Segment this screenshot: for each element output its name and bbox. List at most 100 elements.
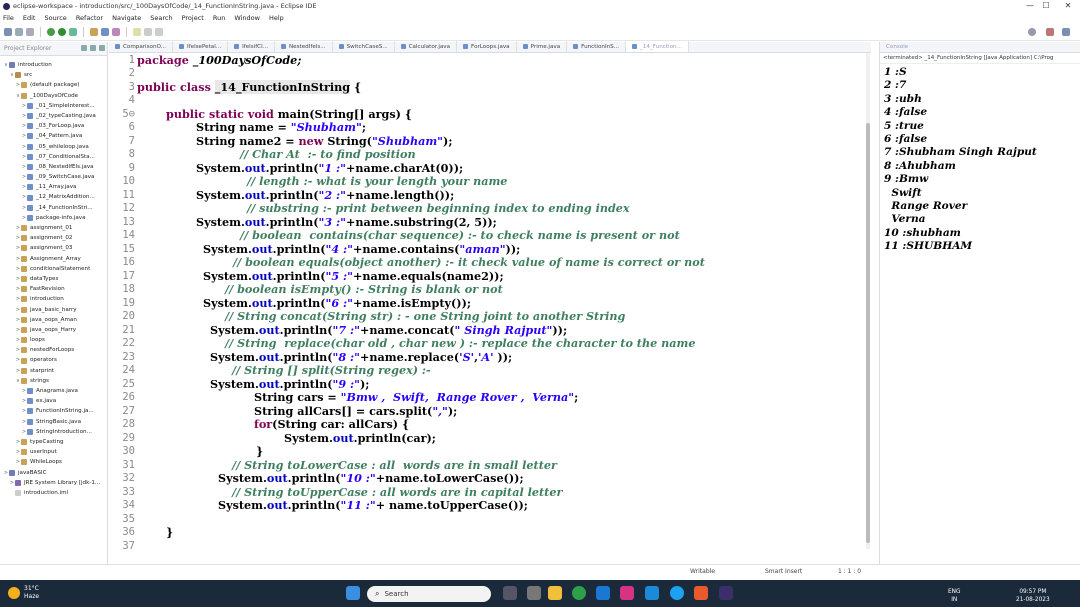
tree-item[interactable]: > assignment_02 (0, 233, 107, 243)
taskbar-search[interactable]: ⌕ Search (367, 586, 491, 602)
search-icon[interactable] (1028, 28, 1036, 36)
instagram-icon[interactable] (620, 586, 634, 600)
tree-item[interactable]: > loops (0, 335, 107, 345)
coverage-icon[interactable] (69, 28, 77, 36)
chrome-icon[interactable] (572, 586, 586, 600)
editor-tab[interactable]: IfelsifCl... (228, 41, 275, 52)
eclipse-taskbar-icon[interactable] (719, 586, 733, 600)
tree-item[interactable]: > _07_ConditionalSta... (0, 152, 107, 162)
tree-item[interactable]: > package-info.java (0, 213, 107, 223)
save-all-icon[interactable] (26, 28, 34, 36)
menu-source[interactable]: Source (44, 14, 66, 22)
chat-icon[interactable] (527, 586, 541, 600)
tree-item[interactable]: > java_basic_harry (0, 305, 107, 315)
tree-item[interactable]: ∨ src (0, 70, 107, 80)
editor-tab[interactable]: SwitchCaseS... (333, 41, 395, 52)
store-icon[interactable] (596, 586, 610, 600)
save-icon[interactable] (15, 28, 23, 36)
tree-item[interactable]: > JRE System Library [jdk-1... (0, 478, 107, 488)
twitter-icon[interactable] (670, 586, 684, 600)
tree-item[interactable]: > FunctionInString.ja... (0, 406, 107, 416)
project-explorer-tab[interactable]: Project Explorer (0, 42, 107, 56)
collapse-all-icon[interactable] (81, 45, 87, 51)
tree-item[interactable]: > _04_Pattern.java (0, 131, 107, 141)
tree-item[interactable]: > conditionalStatement (0, 264, 107, 274)
tree-item[interactable]: > _12_MatrixAddition... (0, 192, 107, 202)
new-package-icon[interactable] (90, 28, 98, 36)
tree-item[interactable]: ∨ introduction (0, 60, 107, 70)
back-icon[interactable] (144, 28, 152, 36)
tree-item[interactable]: > StringBasic.java (0, 417, 107, 427)
language-indicator[interactable]: ENG IN (948, 588, 961, 604)
menu-search[interactable]: Search (150, 14, 172, 22)
editor-tab[interactable]: ForLoops.java (457, 41, 517, 52)
editor-tab[interactable]: NestedIfels... (275, 41, 333, 52)
tree-item[interactable]: > _11_Array.java (0, 182, 107, 192)
menu-window[interactable]: Window (234, 14, 260, 22)
tree-item[interactable]: > FastRevision (0, 284, 107, 294)
close-button[interactable]: ✕ (1056, 0, 1080, 12)
code-area[interactable]: 1 2 3 4 5⊖ 6 7 8 9 10 11 12 13 14 15 16 17 18 19 20 21 22 23 24… (109, 53, 871, 564)
console-tab[interactable]: Console (880, 42, 1080, 53)
tree-item[interactable]: > _03_ForLoop.java (0, 121, 107, 131)
brave-icon[interactable] (694, 586, 708, 600)
menu-file[interactable]: File (3, 14, 14, 22)
file-explorer-icon[interactable] (548, 586, 562, 600)
tree-item[interactable]: > Assignment_Array (0, 254, 107, 264)
maximize-button[interactable]: ☐ (1034, 0, 1058, 12)
open-type-icon[interactable] (112, 28, 120, 36)
debug-icon[interactable] (47, 28, 55, 36)
tree-item[interactable]: > typeCasting (0, 437, 107, 447)
filter-icon[interactable] (90, 45, 96, 51)
view-menu-icon[interactable] (99, 45, 105, 51)
tree-item[interactable]: > introduction (0, 294, 107, 304)
tree-item[interactable]: > nestedForLoops (0, 345, 107, 355)
tree-item[interactable]: > javaBASIC (0, 468, 107, 478)
tree-item[interactable]: > _05_whileloop.java (0, 142, 107, 152)
tree-item[interactable]: > java_oops_Aman (0, 315, 107, 325)
tree-item[interactable]: > _08_NestedIfEls.java (0, 162, 107, 172)
editor-tab[interactable]: ComparisonO... (109, 41, 174, 52)
edge-icon[interactable] (645, 586, 659, 600)
menu-project[interactable]: Project (182, 14, 204, 22)
menu-navigate[interactable]: Navigate (112, 14, 141, 22)
tree-item[interactable]: > _01_SimpleInterest... (0, 101, 107, 111)
forward-icon[interactable] (155, 28, 163, 36)
clock[interactable]: 09:57 PM 21-08-2023 (1016, 588, 1050, 604)
tree-item[interactable]: > dataTypes (0, 274, 107, 284)
tree-item[interactable]: > WhileLoops (0, 457, 107, 467)
tree-item[interactable]: ∨ _100DaysOfCode (0, 91, 107, 101)
menu-run[interactable]: Run (213, 14, 225, 22)
menu-edit[interactable]: Edit (23, 14, 36, 22)
tree-item[interactable]: introduction.iml (0, 488, 107, 498)
weather-widget[interactable]: 31°C Haze (8, 585, 39, 601)
menu-help[interactable]: Help (269, 14, 284, 22)
tree-item[interactable]: ∨ strings (0, 376, 107, 386)
tree-item[interactable]: > _14_FunctionInStri... (0, 203, 107, 213)
editor-tab[interactable]: Calculator.java (395, 41, 458, 52)
java-perspective-icon[interactable] (1062, 28, 1070, 36)
tree-item[interactable]: > userInput (0, 447, 107, 457)
tree-item[interactable]: > ex.java (0, 396, 107, 406)
tree-item[interactable]: > Anagrams.java (0, 386, 107, 396)
tree-item[interactable]: > _09_SwitchCase.java (0, 172, 107, 182)
tree-item[interactable]: > _02_typeCasting.java (0, 111, 107, 121)
start-icon[interactable] (346, 586, 360, 600)
tree-item[interactable]: > (default package) (0, 80, 107, 90)
tree-item[interactable]: > assignment_03 (0, 243, 107, 253)
run-icon[interactable] (58, 28, 66, 36)
new-class-icon[interactable] (101, 28, 109, 36)
tree-item[interactable]: > StringIntroduction... (0, 427, 107, 437)
editor-tab[interactable]: IfelsePetal... (173, 41, 229, 52)
scrollbar-thumb[interactable] (866, 123, 870, 543)
tree-item[interactable]: > assignment_01 (0, 223, 107, 233)
tree-item[interactable]: > java_oops_Harry (0, 325, 107, 335)
editor-tab[interactable]: _14_Function... (626, 41, 689, 52)
tree-item[interactable]: > operators (0, 355, 107, 365)
editor-tab[interactable]: FunctionInS... (567, 41, 627, 52)
annotation-icon[interactable] (133, 28, 141, 36)
task-view-icon[interactable] (503, 586, 517, 600)
tree-item[interactable]: > starprint (0, 366, 107, 376)
perspective-icon[interactable] (1046, 28, 1054, 36)
menu-refactor[interactable]: Refactor (76, 14, 103, 22)
